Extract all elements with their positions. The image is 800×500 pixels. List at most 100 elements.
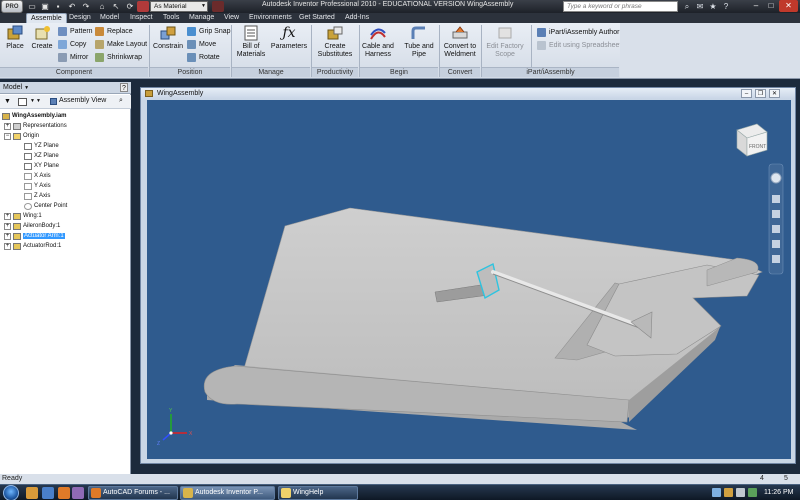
color-swatch-icon[interactable] bbox=[137, 1, 149, 12]
move-button[interactable]: Move bbox=[187, 39, 216, 50]
taskbar-item-autocad-forums[interactable]: AutoCAD Forums - ... bbox=[88, 486, 178, 500]
model-browser-header[interactable]: Model ▼ ? bbox=[0, 82, 131, 94]
edit-factory-scope-button[interactable]: Edit Factory Scope bbox=[485, 25, 525, 65]
taskbar-item-winghelp[interactable]: WingHelp bbox=[278, 486, 358, 500]
tab-get-started[interactable]: Get Started bbox=[299, 13, 335, 23]
zoom-icon[interactable] bbox=[772, 210, 780, 218]
close-button[interactable]: ✕ bbox=[769, 89, 780, 98]
explorer-icon[interactable] bbox=[26, 487, 38, 499]
orbit-icon[interactable] bbox=[772, 225, 780, 233]
find-icon[interactable]: ⌕ bbox=[119, 97, 123, 105]
minimize-button[interactable]: – bbox=[741, 89, 752, 98]
collapse-icon[interactable]: − bbox=[4, 132, 11, 140]
look-at-icon[interactable] bbox=[772, 240, 780, 248]
tree-item-actuatorrod[interactable]: + ActuatorRod:1 bbox=[4, 241, 61, 251]
nav-menu-icon[interactable] bbox=[772, 255, 780, 263]
tab-inspect[interactable]: Inspect bbox=[130, 13, 153, 23]
filter-icon[interactable]: ▼ bbox=[4, 98, 11, 105]
taskbar-item-inventor[interactable]: Autodesk Inventor P... bbox=[180, 486, 275, 500]
place-button[interactable]: Place bbox=[3, 25, 27, 65]
subscription-icon[interactable]: ✉ bbox=[694, 1, 706, 12]
chevron-down-icon[interactable]: ▼ bbox=[30, 98, 35, 104]
save-icon[interactable]: ▪ bbox=[52, 1, 64, 12]
pan-icon[interactable] bbox=[772, 195, 780, 203]
convert-to-weldment-button[interactable]: Convert to Weldment bbox=[442, 25, 478, 65]
expand-icon[interactable]: + bbox=[4, 212, 11, 220]
power-icon[interactable] bbox=[724, 488, 733, 497]
tab-add-ins[interactable]: Add-Ins bbox=[345, 13, 369, 23]
create-button[interactable]: Create bbox=[30, 25, 54, 65]
maximize-button[interactable]: □ bbox=[764, 0, 778, 12]
close-button[interactable]: ✕ bbox=[779, 0, 798, 12]
expand-icon[interactable]: + bbox=[4, 222, 11, 230]
tree-view-icon[interactable] bbox=[18, 98, 27, 106]
expand-icon[interactable]: + bbox=[4, 122, 11, 130]
tree-item-wingassembly[interactable]: WingAssembly.iam bbox=[2, 111, 67, 121]
tree-item-x-axis[interactable]: X Axis bbox=[24, 171, 51, 181]
show-desktop-icon[interactable] bbox=[42, 487, 54, 499]
pattern-button[interactable]: Pattern bbox=[58, 26, 93, 37]
mirror-button[interactable]: Mirror bbox=[58, 52, 88, 63]
grip-snap-button[interactable]: Grip Snap bbox=[187, 26, 231, 37]
tree-item-y-axis[interactable]: Y Axis bbox=[24, 181, 51, 191]
tab-view[interactable]: View bbox=[224, 13, 239, 23]
volume-icon[interactable] bbox=[736, 488, 745, 497]
steering-wheel-icon[interactable] bbox=[770, 172, 782, 184]
restore-button[interactable]: ❐ bbox=[755, 89, 766, 98]
appearance-icon[interactable] bbox=[212, 1, 224, 12]
new-icon[interactable]: ▭ bbox=[26, 1, 38, 12]
communication-center-icon[interactable]: ★ bbox=[707, 1, 719, 12]
assembly-view-label[interactable]: Assembly View bbox=[59, 97, 106, 104]
make-layout-button[interactable]: Make Layout bbox=[95, 39, 147, 50]
tab-design[interactable]: Design bbox=[69, 13, 91, 23]
application-menu-button[interactable]: PRO bbox=[1, 0, 23, 13]
select-icon[interactable]: ↖ bbox=[110, 1, 122, 12]
bill-of-materials-button[interactable]: Bill of Materials bbox=[235, 25, 267, 65]
3d-model-render[interactable]: FRONT X Y Z bbox=[147, 100, 791, 459]
tab-model[interactable]: Model bbox=[100, 13, 119, 23]
clock[interactable]: 11:26 PM bbox=[764, 485, 793, 500]
home-icon[interactable]: ⌂ bbox=[96, 1, 108, 12]
ipart-author-button[interactable]: iPart/iAssembly Author bbox=[537, 27, 619, 38]
3d-canvas[interactable]: FRONT X Y Z bbox=[147, 100, 791, 459]
create-substitutes-button[interactable]: Create Substitutes bbox=[315, 25, 355, 65]
tree-item-xy-plane[interactable]: XY Plane bbox=[24, 161, 59, 171]
tree-item-center-point[interactable]: Center Point bbox=[24, 201, 67, 211]
constrain-button[interactable]: Constrain bbox=[153, 25, 183, 65]
replace-button[interactable]: Replace bbox=[95, 26, 133, 37]
help-icon[interactable]: ? bbox=[720, 1, 732, 12]
tab-environments[interactable]: Environments bbox=[249, 13, 292, 23]
copy-button[interactable]: Copy bbox=[58, 39, 86, 50]
tree-item-representations[interactable]: + Representations bbox=[4, 121, 67, 131]
cable-and-harness-button[interactable]: Cable and Harness bbox=[362, 25, 394, 65]
search-input[interactable]: Type a keyword or phrase bbox=[563, 1, 678, 12]
tray-app-icon[interactable] bbox=[748, 488, 757, 497]
tree-item-xz-plane[interactable]: XZ Plane bbox=[24, 151, 59, 161]
tab-assemble[interactable]: Assemble bbox=[26, 13, 67, 23]
help-icon[interactable]: ? bbox=[120, 83, 128, 92]
undo-icon[interactable]: ↶ bbox=[66, 1, 78, 12]
tube-and-pipe-button[interactable]: Tube and Pipe bbox=[402, 25, 436, 65]
expand-icon[interactable]: + bbox=[4, 232, 11, 240]
minimize-button[interactable]: – bbox=[749, 0, 763, 12]
tab-tools[interactable]: Tools bbox=[163, 13, 179, 23]
open-icon[interactable]: ▣ bbox=[39, 1, 51, 12]
start-button[interactable] bbox=[3, 485, 19, 500]
tree-item-yz-plane[interactable]: YZ Plane bbox=[24, 141, 59, 151]
tree-item-origin[interactable]: − Origin bbox=[4, 131, 39, 141]
shrinkwrap-button[interactable]: Shrinkwrap bbox=[95, 52, 142, 63]
network-icon[interactable] bbox=[712, 488, 721, 497]
firefox-icon[interactable] bbox=[58, 487, 70, 499]
search-icon[interactable]: ⌕ bbox=[681, 1, 693, 12]
tree-item-z-axis[interactable]: Z Axis bbox=[24, 191, 50, 201]
tree-item-actuator-arm[interactable]: + Actuator Arm:1 bbox=[4, 231, 65, 241]
edit-spreadsheet-button[interactable]: Edit using Spreadsheet bbox=[537, 40, 621, 51]
expand-icon[interactable]: + bbox=[4, 242, 11, 250]
tab-manage[interactable]: Manage bbox=[189, 13, 214, 23]
chevron-down-icon[interactable]: ▼ bbox=[36, 98, 41, 104]
viewcube[interactable] bbox=[736, 123, 768, 157]
quicklaunch-icon[interactable] bbox=[72, 487, 84, 499]
update-icon[interactable]: ⟳ bbox=[124, 1, 136, 12]
redo-icon[interactable]: ↷ bbox=[80, 1, 92, 12]
rotate-button[interactable]: Rotate bbox=[187, 52, 220, 63]
